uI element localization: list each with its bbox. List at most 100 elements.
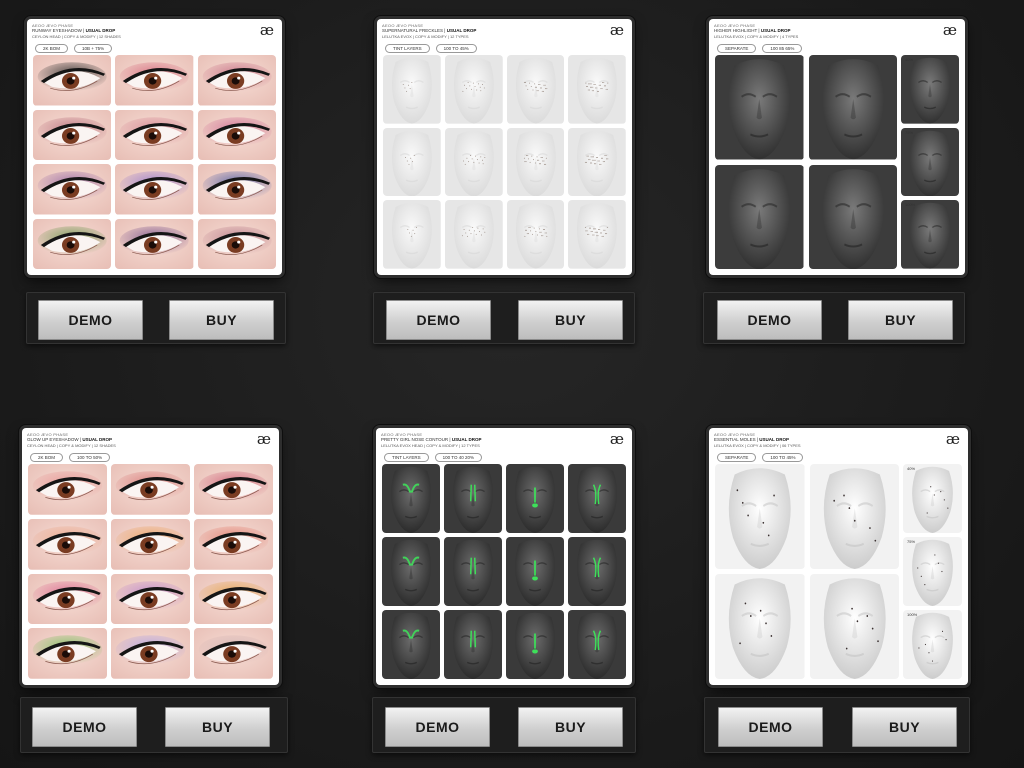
face-swatch <box>901 55 959 124</box>
face-swatch <box>506 200 565 269</box>
buy-button[interactable]: BUY <box>169 300 274 340</box>
pill-opacity: 100 TO 45% <box>435 44 477 53</box>
product-card-supernatural-freckles[interactable]: AEOO ÆVO PHASE SUPERNATURAL FRECKLES | U… <box>377 19 632 275</box>
eye-swatch <box>115 218 194 269</box>
eye-swatch <box>33 218 112 269</box>
pill-opacity: 100 TO 45% <box>762 453 804 462</box>
preview-100: 100% <box>903 610 962 679</box>
drop-tag: USUAL DROP <box>451 437 482 442</box>
face-swatch <box>568 127 626 197</box>
face-swatch <box>901 200 959 270</box>
product-card-runway-eyeshadow[interactable]: AEOO ÆVO PHASE RUNWAY EYESHADOW | USUAL … <box>27 19 282 275</box>
face-swatch <box>903 464 962 533</box>
eye-swatch <box>111 573 190 625</box>
buy-button[interactable]: BUY <box>518 707 623 747</box>
demo-button[interactable]: DEMO <box>385 707 490 747</box>
preview-75: 75% <box>903 537 962 606</box>
product-actions-moles: DEMO BUY <box>704 697 970 753</box>
demo-button[interactable]: DEMO <box>38 300 143 340</box>
face-swatch <box>506 464 564 533</box>
pill-layers: TINT LAYERS <box>385 44 430 53</box>
eye-swatch <box>115 109 194 160</box>
eye-swatch <box>28 518 107 570</box>
face-swatch <box>715 574 805 679</box>
product-title: ESSENTIAL MOLES | <box>714 437 759 442</box>
eye-swatch <box>115 164 194 215</box>
swatch-grid-large <box>715 464 899 679</box>
drop-tag: USUAL DROP <box>446 28 477 33</box>
buy-button[interactable]: BUY <box>852 707 957 747</box>
product-subtitle: LELUTKA EVOX HEAD | COPY & MODIFY | 12 T… <box>381 443 480 448</box>
product-subtitle: CEYLON HEAD | COPY & MODIFY | 12 SHADES <box>32 34 121 39</box>
drop-tag: USUAL DROP <box>759 437 789 442</box>
logo-ae-icon: æ <box>609 21 624 39</box>
face-swatch <box>568 537 626 606</box>
face-swatch <box>506 537 564 606</box>
face-swatch <box>715 464 805 569</box>
pill-opacity: 100 85 65% <box>762 44 803 53</box>
preview-40: 40% <box>901 55 959 124</box>
face-swatch <box>383 55 441 124</box>
product-actions-glow-up: DEMO BUY <box>20 697 288 753</box>
face-swatch <box>506 610 564 679</box>
product-title: RUNWAY EYESHADOW | <box>32 28 85 33</box>
drop-tag: USUAL DROP <box>82 437 113 442</box>
face-swatch <box>382 537 440 606</box>
face-swatch <box>903 537 962 606</box>
eye-swatch <box>115 55 194 106</box>
drop-tag: USUAL DROP <box>760 28 791 33</box>
eye-swatch <box>28 573 107 625</box>
product-subtitle: CEYLON HEAD | COPY & MODIFY | 12 SHADES <box>27 443 116 448</box>
product-actions-freckles: DEMO BUY <box>373 292 635 344</box>
face-swatch <box>808 164 897 269</box>
product-card-glow-up-eyeshadow[interactable]: AEOO ÆVO PHASE GLOW UP EYESHADOW | USUAL… <box>22 428 279 685</box>
face-swatch <box>901 127 959 197</box>
eye-swatch <box>197 55 276 106</box>
product-card-essential-moles[interactable]: AEOO ÆVO PHASE ESSENTIAL MOLES | USUAL D… <box>709 428 968 685</box>
demo-button[interactable]: DEMO <box>386 300 491 340</box>
face-swatch <box>568 610 626 679</box>
logo-ae-icon: æ <box>945 430 960 448</box>
opacity-preview-stack: 40% 75% 100% <box>901 55 959 270</box>
buy-button[interactable]: BUY <box>518 300 623 340</box>
pill-format: 2K BOM <box>35 44 69 53</box>
swatch-grid <box>33 55 276 269</box>
face-swatch <box>382 464 440 533</box>
product-subtitle: LELUTKA EVOX | COPY & MODIFY | 4 TYPES <box>714 34 799 39</box>
face-swatch <box>568 200 626 269</box>
pill-opacity: 100 TO 50% <box>69 453 111 462</box>
eye-swatch <box>33 164 112 215</box>
eye-swatch <box>197 109 276 160</box>
pill-format: 2K BOM <box>30 453 64 462</box>
swatch-grid-large <box>715 55 897 269</box>
face-swatch <box>506 127 565 197</box>
pill-opacity: 10B + 75% <box>74 44 113 53</box>
product-card-nose-contour[interactable]: AEOO ÆVO PHASE PRETTY GIRL NOSE CONTOUR … <box>376 428 632 685</box>
logo-ae-icon: æ <box>259 21 274 39</box>
demo-button[interactable]: DEMO <box>32 707 137 747</box>
product-subtitle: LELUTKA EVOX | COPY & MODIFY | 12 TYPES <box>382 34 469 39</box>
face-swatch <box>808 55 897 160</box>
face-swatch <box>444 127 503 197</box>
logo-ae-icon: æ <box>942 21 957 39</box>
face-swatch <box>444 55 503 124</box>
product-actions-highlight: DEMO BUY <box>703 292 965 344</box>
product-actions-nose-contour: DEMO BUY <box>372 697 636 753</box>
drop-tag: USUAL DROP <box>85 28 116 33</box>
buy-button[interactable]: BUY <box>848 300 953 340</box>
preview-75: 75% <box>901 127 959 197</box>
eye-swatch <box>33 55 112 106</box>
eye-swatch <box>194 628 273 679</box>
product-actions-runway: DEMO BUY <box>26 292 286 344</box>
product-card-higher-highlight[interactable]: AEOO ÆVO PHASE HIGHER HIGHLIGHT | USUAL … <box>709 19 965 275</box>
face-swatch <box>809 464 899 569</box>
eye-swatch <box>111 628 190 679</box>
product-title: PRETTY GIRL NOSE CONTOUR | <box>381 437 451 442</box>
eye-swatch <box>194 518 273 570</box>
demo-button[interactable]: DEMO <box>717 300 822 340</box>
logo-ae-icon: æ <box>256 430 271 448</box>
demo-button[interactable]: DEMO <box>718 707 823 747</box>
buy-button[interactable]: BUY <box>165 707 270 747</box>
face-swatch <box>715 55 804 160</box>
eye-swatch <box>194 464 273 515</box>
